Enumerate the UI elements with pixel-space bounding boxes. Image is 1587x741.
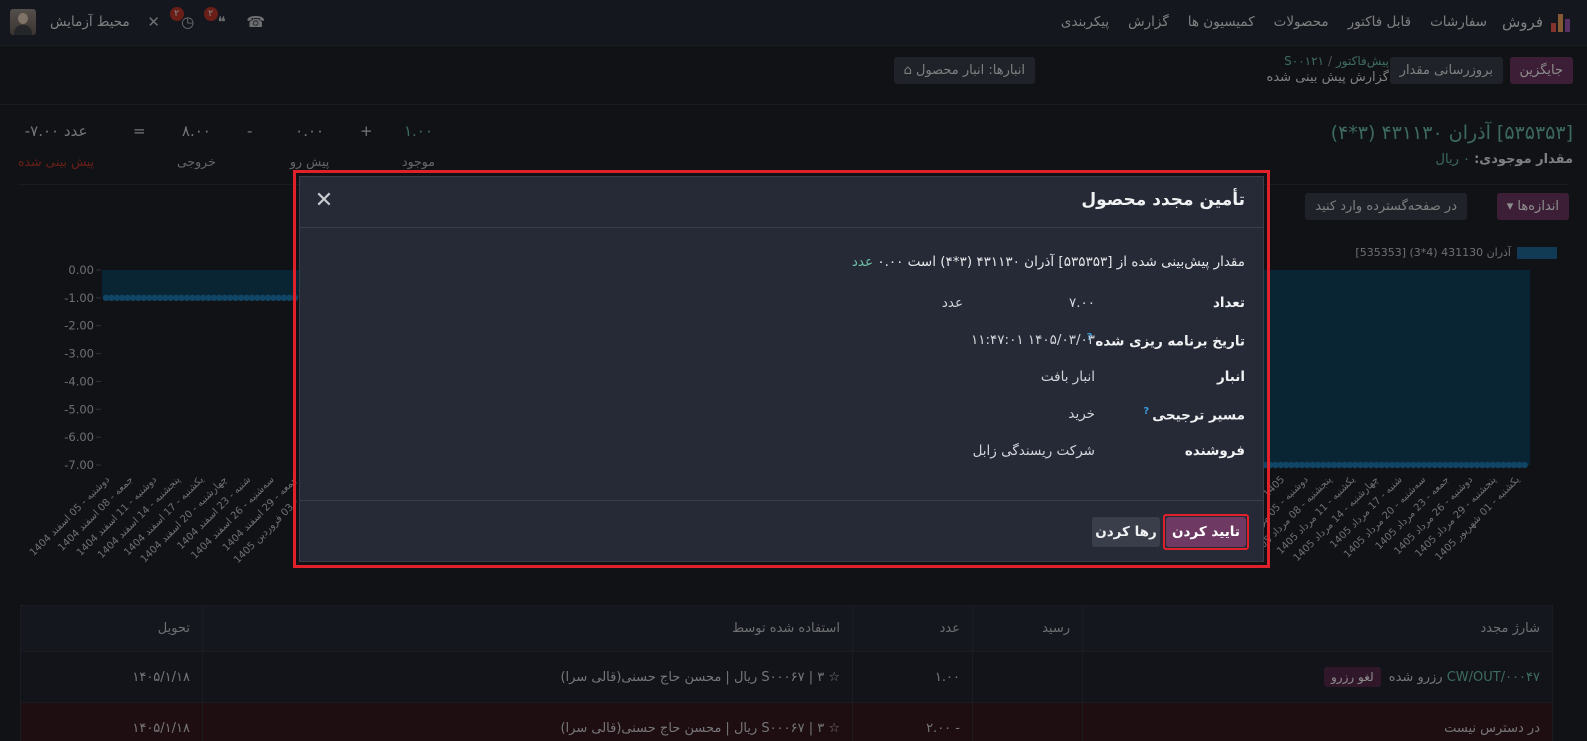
preferred-route-label-group: مسیر ترجیحی? <box>1143 406 1245 424</box>
quantity-uom: عدد <box>941 295 963 311</box>
dialog-footer: تایید کردن رها کردن <box>300 500 1263 563</box>
discard-button[interactable]: رها کردن <box>1092 517 1160 547</box>
warehouse-label: انبار <box>1216 369 1245 385</box>
warehouse-input[interactable]: انبار بافت <box>1041 369 1095 385</box>
preferred-route-label: مسیر ترجیحی <box>1152 407 1245 424</box>
vendor-label: فروشنده <box>1184 443 1245 459</box>
forecast-message-uom: عدد <box>851 254 874 270</box>
vendor-input[interactable]: شرکت ریسندگی زابل <box>973 443 1095 459</box>
dialog-body: مقدار پیش‌بینی شده از [۵۳۵۳۵۳] آذران ۴۳۱… <box>300 229 1263 499</box>
dialog-title: تأمین مجدد محصول <box>1081 190 1245 210</box>
scheduled-date-input[interactable]: ۱۴۰۵/۰۳/۰۳ ۱۱:۴۷:۰۱ <box>971 332 1095 348</box>
help-icon[interactable]: ? <box>1143 406 1149 417</box>
close-icon[interactable]: ✕ <box>310 187 338 215</box>
confirm-button[interactable]: تایید کردن <box>1166 517 1246 547</box>
scheduled-date-label-group: تاریخ برنامه ریزی شده? <box>1087 332 1245 350</box>
quantity-label: تعداد <box>1212 295 1245 311</box>
quantity-input[interactable]: ۷.۰۰ <box>1069 295 1095 311</box>
preferred-route-input[interactable]: خرید <box>1068 406 1095 422</box>
product-replenish-dialog: تأمین مجدد محصول ✕ مقدار پیش‌بینی شده از… <box>299 176 1264 562</box>
forecast-message: مقدار پیش‌بینی شده از [۵۳۵۳۵۳] آذران ۴۳۱… <box>852 254 1245 270</box>
scheduled-date-label: تاریخ برنامه ریزی شده <box>1095 333 1245 350</box>
dialog-header: تأمین مجدد محصول ✕ <box>300 177 1263 228</box>
forecast-message-text: مقدار پیش‌بینی شده از [۵۳۵۳۵۳] آذران ۴۳۱… <box>877 254 1245 270</box>
